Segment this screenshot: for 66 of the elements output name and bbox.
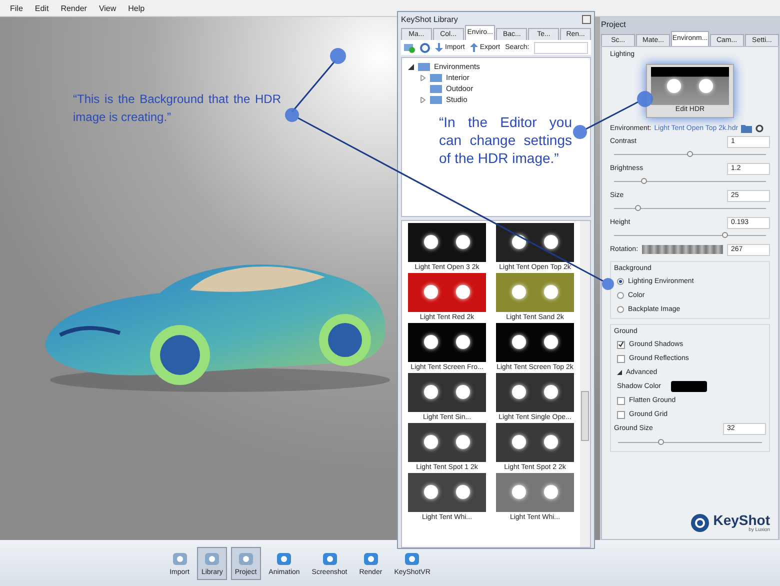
radio-button[interactable] [617, 292, 624, 299]
refresh-icon[interactable] [755, 124, 764, 132]
scrollbar[interactable] [580, 221, 590, 547]
hdr-thumbnail[interactable] [496, 373, 574, 412]
logo-icon [690, 513, 710, 533]
callout-dot [573, 125, 587, 139]
close-icon[interactable] [582, 14, 591, 24]
collapsed-arrow-icon[interactable] [420, 96, 426, 102]
hdr-thumbnail[interactable] [496, 273, 574, 312]
hdr-thumbnail[interactable] [496, 423, 574, 462]
hdr-thumbnail[interactable] [408, 223, 486, 262]
expanded-arrow-icon[interactable] [408, 64, 414, 70]
menu-item[interactable]: View [98, 4, 116, 12]
search-field[interactable] [534, 42, 588, 54]
callout-dot [330, 48, 346, 64]
toolbar-icon [203, 550, 222, 566]
hdr-thumbnail[interactable] [496, 323, 574, 362]
folder-icon[interactable] [741, 124, 752, 132]
slider-thumb[interactable] [658, 439, 664, 445]
slider-thumb[interactable] [635, 205, 642, 211]
window-title: KeyShot Library [401, 14, 458, 24]
annotation-text: “This is the Background that the HDR image is creating.” [73, 91, 281, 126]
color-swatch[interactable] [670, 381, 707, 392]
toolbar-icon [320, 550, 338, 566]
slider-thumb[interactable] [722, 232, 728, 238]
callout-dot [285, 108, 299, 122]
rotation-strip[interactable] [642, 245, 723, 254]
folder-icon [430, 74, 442, 82]
hdr-thumbnail[interactable] [408, 323, 486, 362]
annotation-text: “In the Editor you can change settings of the HDR image.” [439, 113, 572, 167]
expanded-arrow-icon[interactable] [617, 370, 622, 375]
menu-item[interactable]: Help [128, 4, 145, 12]
menu-item[interactable]: File [10, 4, 23, 12]
toolbar-icon [403, 550, 422, 566]
checkbox[interactable] [617, 396, 625, 404]
slider-thumb[interactable] [641, 178, 648, 184]
folder-icon [418, 62, 430, 70]
callout-dot [637, 91, 653, 107]
folder-icon [430, 84, 442, 92]
radio-button[interactable] [617, 278, 624, 285]
folder-icon [430, 96, 442, 104]
toolbar-icon [236, 550, 255, 566]
hdr-thumbnail[interactable] [496, 473, 574, 512]
toolbar-icon [275, 550, 294, 566]
logo-text: KeyShot [713, 513, 770, 527]
hdr-thumbnail[interactable] [408, 473, 486, 512]
hdr-thumbnail[interactable] [408, 373, 486, 412]
hdr-thumbnail[interactable] [408, 273, 486, 312]
up-arrow-icon [470, 43, 478, 52]
toolbar-icon [362, 550, 380, 566]
callout-dot [602, 278, 614, 290]
refresh-icon[interactable] [420, 42, 430, 52]
hdr-thumbnail[interactable] [496, 223, 574, 262]
checkbox[interactable] [617, 410, 625, 418]
checkbox[interactable] [617, 354, 625, 362]
down-arrow-icon [435, 43, 443, 52]
radio-button[interactable] [617, 306, 624, 313]
menu-item[interactable]: Edit [34, 4, 49, 12]
collapsed-arrow-icon[interactable] [420, 74, 426, 80]
add-folder-icon[interactable] [404, 42, 415, 52]
slider-thumb[interactable] [687, 151, 693, 157]
menu-item[interactable]: Render [60, 4, 87, 12]
hdr-thumbnail[interactable] [408, 423, 486, 462]
checkbox[interactable] [617, 340, 625, 348]
panel-title: Project [601, 20, 626, 28]
toolbar-icon [170, 550, 189, 566]
